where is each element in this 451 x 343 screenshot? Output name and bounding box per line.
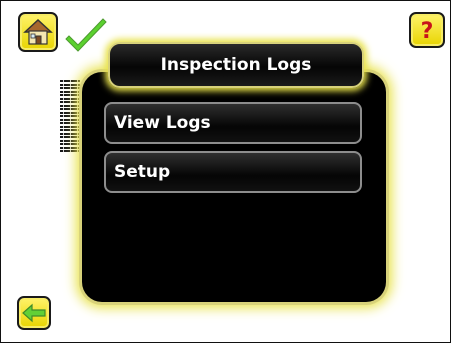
- back-button[interactable]: [17, 296, 51, 330]
- barcode-image: [60, 80, 80, 152]
- dialog-title: Inspection Logs: [108, 42, 364, 88]
- question-mark-icon: ?: [421, 19, 434, 44]
- help-button[interactable]: ?: [409, 12, 445, 48]
- view-logs-label: View Logs: [114, 113, 211, 133]
- view-logs-button[interactable]: View Logs: [104, 102, 362, 144]
- checkmark-icon: [65, 18, 107, 52]
- home-icon: [23, 18, 53, 45]
- svg-text:?: ?: [421, 19, 434, 44]
- home-button[interactable]: [18, 12, 58, 52]
- setup-label: Setup: [114, 162, 171, 182]
- setup-button[interactable]: Setup: [104, 151, 362, 193]
- back-arrow-icon: [22, 303, 46, 323]
